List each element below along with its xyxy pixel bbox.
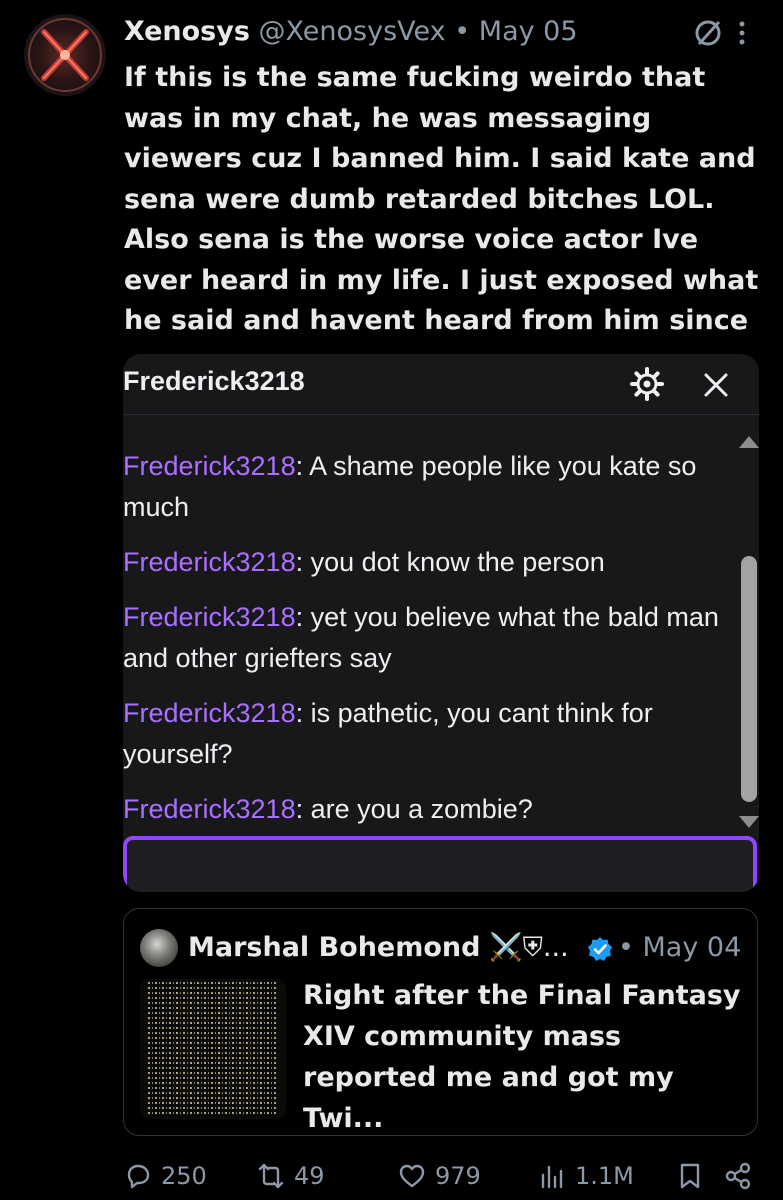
chat-title: Frederick3218 xyxy=(123,366,305,396)
separator-dot: • xyxy=(454,16,471,47)
bookmark-icon xyxy=(680,1163,700,1189)
header-icons xyxy=(693,18,747,48)
author-handle[interactable]: @XenosysVex xyxy=(259,16,446,47)
avatar[interactable] xyxy=(24,14,106,96)
reply-button[interactable]: 250 xyxy=(123,1158,207,1194)
repost-count: 49 xyxy=(294,1162,325,1190)
chat-username: Frederick3218 xyxy=(123,547,296,577)
quoted-author-name: Marshal Bohemond xyxy=(188,932,481,963)
chat-sep: : xyxy=(295,547,304,577)
views-button[interactable]: 1.1M xyxy=(537,1158,634,1194)
chat-message: Frederick3218: yet you believe what the … xyxy=(123,597,723,679)
chat-message-text: you dot know the person xyxy=(303,547,605,577)
more-vertical-icon[interactable] xyxy=(737,18,747,48)
analytics-icon xyxy=(541,1165,563,1189)
chat-message: Frederick3218: is pathetic, you cant thi… xyxy=(123,693,723,775)
repost-icon xyxy=(258,1163,284,1189)
chat-sep: : xyxy=(295,698,304,728)
like-count: 979 xyxy=(435,1162,481,1190)
chat-username: Frederick3218 xyxy=(123,794,296,824)
tweet-date[interactable]: May 05 xyxy=(479,16,578,47)
verified-badge-icon xyxy=(588,936,613,961)
tweet-text: If this is the same fucking weirdo that … xyxy=(124,62,759,336)
chat-username: Frederick3218 xyxy=(123,451,296,481)
bookmark-button[interactable] xyxy=(675,1158,705,1194)
view-count: 1.1M xyxy=(575,1162,634,1190)
quoted-avatar xyxy=(140,929,178,967)
scroll-up-arrow-icon xyxy=(739,436,759,448)
action-bar: 250 49 979 1.1M xyxy=(123,1158,763,1194)
chat-input xyxy=(123,836,757,892)
quoted-media-thumbnail xyxy=(140,979,286,1119)
quoted-header: Marshal Bohemond ⚔️⛨... xyxy=(188,929,613,967)
chat-sep: : xyxy=(295,602,304,632)
chat-message: Frederick3218: you dot know the person xyxy=(123,542,723,583)
x-logo-avatar-icon xyxy=(28,18,102,92)
chat-screenshot: Frederick3218 Frederick3218: A shame peo… xyxy=(123,354,759,892)
like-button[interactable]: 979 xyxy=(397,1158,481,1194)
scroll-down-arrow-icon xyxy=(739,816,759,828)
chat-sep: : xyxy=(295,451,304,481)
quoted-tweet[interactable]: Marshal Bohemond ⚔️⛨... • May 04 Right a… xyxy=(123,908,758,1136)
chat-message-text: are you a zombie? xyxy=(303,794,533,824)
author-name[interactable]: Xenosys xyxy=(124,16,250,47)
reply-icon xyxy=(127,1164,150,1189)
heart-icon xyxy=(399,1164,425,1188)
chat-message: Frederick3218: are you a zombie? xyxy=(123,789,723,830)
chat-username: Frederick3218 xyxy=(123,698,296,728)
repost-button[interactable]: 49 xyxy=(256,1158,325,1194)
reply-count: 250 xyxy=(161,1162,207,1190)
share-button[interactable] xyxy=(723,1158,753,1194)
chat-messages: Frederick3218: A shame people like you k… xyxy=(123,446,723,844)
chat-scrollbar xyxy=(741,556,757,802)
chat-username: Frederick3218 xyxy=(123,602,296,632)
gear-icon xyxy=(630,367,664,401)
chat-sep: : xyxy=(295,794,304,824)
share-icon xyxy=(725,1162,751,1190)
close-icon xyxy=(704,373,728,397)
quoted-date: • May 04 xyxy=(618,932,742,963)
quoted-text: Right after the Final Fantasy XIV commun… xyxy=(303,980,741,1134)
chat-header: Frederick3218 xyxy=(123,354,759,415)
grok-icon[interactable] xyxy=(693,18,723,48)
tweet-header: Xenosys @XenosysVex • May 05 xyxy=(124,14,578,50)
chat-message: Frederick3218: A shame people like you k… xyxy=(123,446,723,528)
quoted-name-emoji: ⚔️⛨... xyxy=(489,932,569,963)
